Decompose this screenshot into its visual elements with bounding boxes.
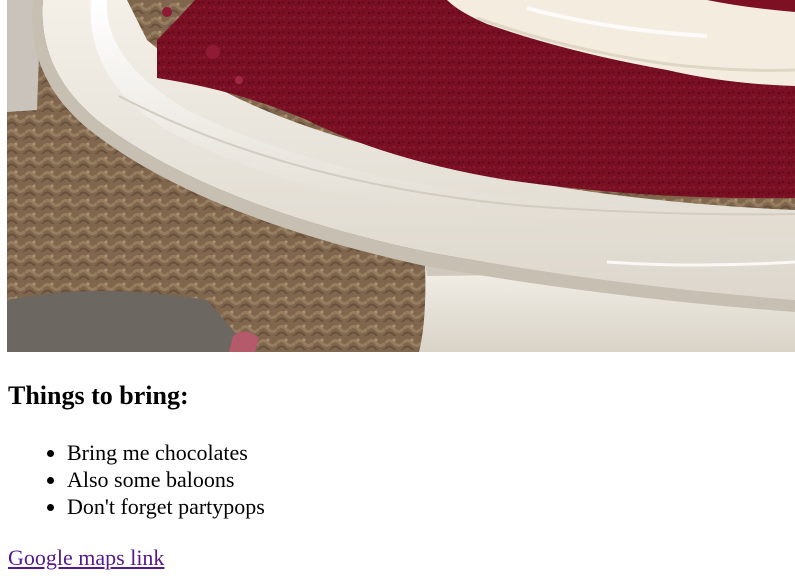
things-to-bring-heading: Things to bring: <box>8 381 189 410</box>
things-to-bring-list: Bring me chocolates Also some baloons Do… <box>27 439 265 520</box>
list-item: Don't forget partypops <box>67 493 265 520</box>
google-maps-link[interactable]: Google maps link <box>8 543 164 573</box>
list-item: Also some baloons <box>67 466 265 493</box>
cake-photo <box>7 0 795 352</box>
red-velvet-cake-icon <box>7 0 795 352</box>
list-item: Bring me chocolates <box>67 439 265 466</box>
